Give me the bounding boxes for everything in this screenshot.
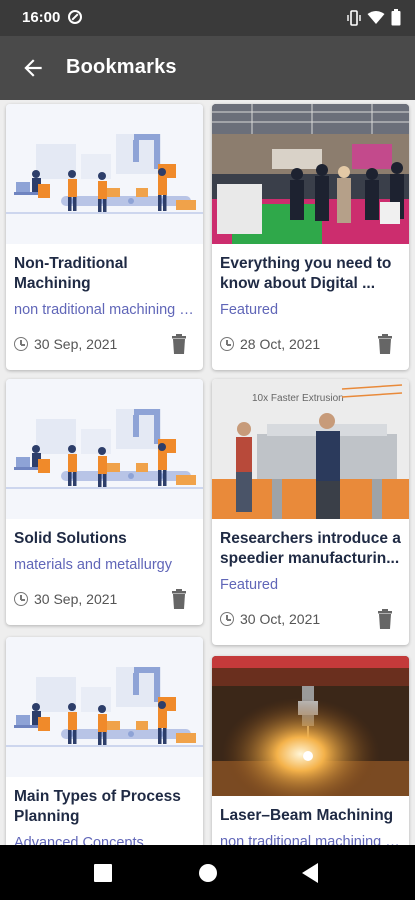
card-category[interactable]: materials and metallurgy (14, 557, 195, 573)
card-date: 30 Sep, 2021 (34, 336, 118, 352)
card-title: Main Types of Process Planning (14, 788, 181, 825)
card-category[interactable]: non traditional machining p... (220, 834, 401, 845)
battery-icon (391, 9, 401, 26)
bookmarks-grid: Non-Traditional Machining non traditiona… (0, 100, 415, 845)
back-triangle-icon[interactable] (301, 862, 319, 884)
factory-illustration-image (6, 379, 203, 519)
app-bar: Bookmarks (0, 36, 415, 100)
status-icons (347, 9, 401, 26)
exhibition-photo-image (212, 104, 409, 244)
card-footer: 30 Sep, 2021 (14, 332, 195, 360)
card-category[interactable]: non traditional machining p... (14, 302, 195, 318)
clock-icon (220, 612, 234, 626)
system-navigation-bar (0, 845, 415, 900)
bookmark-card[interactable]: Solid Solutions materials and metallurgy… (6, 379, 203, 625)
factory-illustration-image (6, 104, 203, 244)
recent-apps-icon[interactable] (94, 864, 112, 882)
clock-icon (14, 337, 28, 351)
bookmark-card[interactable]: Non-Traditional Machining non traditiona… (6, 104, 203, 370)
delete-bookmark-icon[interactable] (171, 589, 187, 609)
delete-bookmark-icon[interactable] (377, 334, 393, 354)
card-category[interactable]: Featured (220, 302, 401, 318)
card-title: Solid Solutions (14, 530, 127, 547)
delete-bookmark-icon[interactable] (171, 334, 187, 354)
status-time: 16:00 (22, 9, 61, 26)
delete-bookmark-icon[interactable] (377, 609, 393, 629)
do-not-disturb-icon (68, 10, 82, 24)
card-date: 30 Sep, 2021 (34, 591, 118, 607)
vibrate-icon (347, 9, 361, 26)
card-date: 28 Oct, 2021 (240, 336, 321, 352)
svg-text:10x Faster Extrusion: 10x Faster Extrusion (252, 393, 344, 404)
card-title: Laser–Beam Machining (220, 807, 394, 824)
card-category[interactable]: Advanced Concepts (14, 835, 195, 845)
clock-icon (220, 337, 234, 351)
card-title: Non-Traditional Machining (14, 255, 128, 292)
page-title: Bookmarks (66, 56, 177, 78)
card-footer: 30 Sep, 2021 (14, 587, 195, 615)
laser-cutting-photo-image (212, 656, 409, 796)
home-icon[interactable] (198, 863, 218, 883)
bookmark-card[interactable]: Laser–Beam Machining non traditional mac… (212, 656, 409, 845)
bookmark-card[interactable]: Main Types of Process Planning Advanced … (6, 637, 203, 845)
bookmark-card[interactable]: 10x Faster Extrusion Researchers introdu… (212, 379, 409, 645)
card-category[interactable]: Featured (220, 577, 401, 593)
wifi-icon (367, 11, 385, 24)
bookmark-card[interactable]: Everything you need to know about Digita… (212, 104, 409, 370)
status-bar: 16:00 (0, 0, 415, 36)
card-title: Everything you need to know about Digita… (220, 255, 392, 292)
back-arrow-icon[interactable] (20, 55, 46, 81)
card-footer: 28 Oct, 2021 (220, 332, 401, 360)
card-date: 30 Oct, 2021 (240, 611, 321, 627)
extrusion-machine-photo-image: 10x Faster Extrusion (212, 379, 409, 519)
clock-icon (14, 592, 28, 606)
card-footer: 30 Oct, 2021 (220, 607, 401, 635)
factory-illustration-image (6, 637, 203, 777)
card-title: Researchers introduce a speedier manufac… (220, 530, 401, 567)
